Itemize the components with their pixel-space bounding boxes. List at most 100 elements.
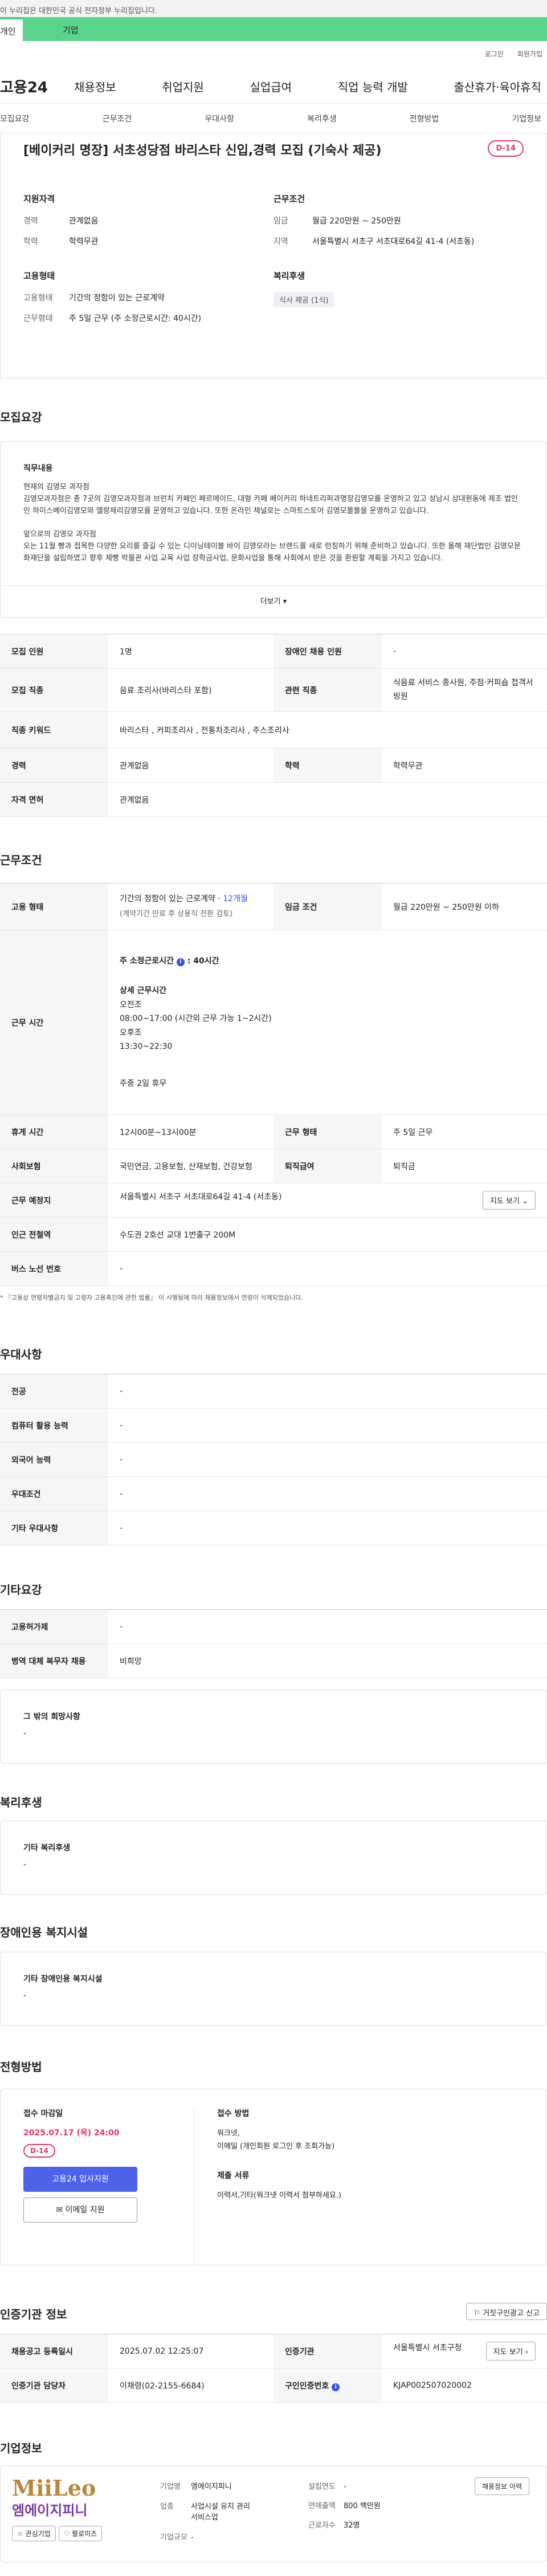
selection-title: 전형방법	[0, 2060, 42, 2074]
recruit-table: 모집 인원 1명 장애인 채용 인원 - 모집 직종 음료 조리사(바리스타 포…	[0, 634, 547, 817]
cell-label: 퇴직급여	[274, 1149, 382, 1183]
contract-months: 12개월	[223, 894, 248, 904]
cell-value: 월급 220만원 ~ 250만원 이하	[382, 883, 547, 930]
cell-label: 컴퓨터 활용 능력	[0, 1408, 108, 1443]
label: 고용형태	[23, 294, 53, 303]
table-row: 사회보험 국민연금, 고용보험, 산재보험, 건강보험 퇴직급여 퇴직금	[0, 1149, 547, 1183]
label: 학력	[23, 237, 38, 246]
table-row: 외국어 능력 -	[0, 1442, 547, 1477]
disabled-title: 장애인용 복지시설	[0, 1926, 88, 1939]
value: 관계없음	[69, 217, 99, 226]
cell-value: 주 5일 근무	[382, 1114, 547, 1149]
recruit-section-header: 모집요강	[0, 379, 547, 441]
cell-label: 장애인 채용 인원	[274, 634, 382, 669]
welfare-heading: 복리후생	[274, 271, 305, 281]
company-jobs-button[interactable]: 채용정보 이력	[474, 2477, 529, 2495]
cell-value: -	[108, 1609, 547, 1644]
heart-icon: ♡	[63, 2530, 70, 2538]
gnb-skills-development[interactable]: 직업 능력 개발	[338, 78, 408, 95]
cell-label: 우대조건	[0, 1476, 108, 1511]
favorite-company-button[interactable]: ☆ 관심기업	[12, 2526, 56, 2541]
age-footnote: * 『고용상 연령차별금지 및 고령자 고용촉진에 관한 법률』 이 시행됨에 …	[0, 1294, 303, 1301]
docs-heading: 제출 서류	[217, 2171, 250, 2180]
table-row: 컴퓨터 활용 능력 -	[0, 1408, 547, 1443]
tab-personal[interactable]: 개인	[0, 17, 23, 41]
cell-value: KJAP002507020002	[382, 2368, 547, 2403]
tab-company[interactable]: 기업	[23, 17, 547, 41]
gov-notice-bar: 이 누리집은 대한민국 공식 전자정부 누리집입니다.	[0, 0, 547, 17]
table-row: 직종 키워드 바리스타 , 커피조리사 , 전통차조리사 , 주스조리사	[0, 711, 547, 748]
main-nav: 고용24 채용정보 취업지원 실업급여 직업 능력 개발 출산휴가·육아휴직	[0, 70, 547, 104]
company-info-col: 기업명 엠에이지피니 업종 사업시설 유지 관리 서비스업 기업규모 -	[160, 2477, 308, 2562]
cell-value: 수도권 2호선 교대 1번출구 200M	[108, 1217, 547, 1252]
report-fake-ad-button[interactable]: ⚐ 거짓구인광고 신고	[466, 2303, 547, 2320]
pref-title: 우대사항	[0, 1348, 42, 1361]
other-wishes-value: -	[23, 1729, 27, 1738]
member-type-tabs: 개인 기업	[0, 17, 547, 41]
cell-value: -	[108, 1374, 547, 1409]
shift-line: 오전조	[120, 1000, 142, 1010]
welfare-pill: 식사 제공 (1식)	[274, 292, 334, 307]
anchor-recruit[interactable]: 모집요강	[0, 113, 30, 124]
gnb-employment-support[interactable]: 취업지원	[162, 78, 204, 95]
chevron-down-icon: ▾	[283, 597, 287, 606]
anchor-company[interactable]: 기업정보	[512, 113, 541, 124]
follow-button[interactable]: ♡ 팔로미츠	[58, 2526, 103, 2541]
deadline-value: 2025.07.17 (목) 24:00	[23, 2129, 120, 2138]
method-heading: 접수 방법	[217, 2109, 250, 2118]
cell-value: 음료 조리사(바리스타 포함)	[108, 668, 274, 712]
cell-value: 1명	[108, 634, 274, 669]
apply-button[interactable]: 고용24 입사지원	[23, 2167, 137, 2192]
info-icon[interactable]: i	[332, 2383, 340, 2391]
duty-box: 직무내용 현재의 김영모 과자점 김영모과자점은 총 7곳의 김영모과자점과 브…	[0, 441, 547, 618]
cell-label: 버스 노선 번호	[0, 1251, 108, 1286]
cell-label: 근무 형태	[274, 1114, 382, 1149]
value: 사업시설 유지 관리 서비스업	[191, 2502, 250, 2522]
other-wishes-heading: 그 밖의 희망사항	[23, 1712, 80, 1722]
dday-badge: D-14	[488, 140, 524, 157]
anchor-welfare[interactable]: 복리후생	[307, 113, 337, 124]
anchor-preference[interactable]: 우대사항	[205, 113, 234, 124]
anchor-conditions[interactable]: 근무조건	[103, 113, 132, 124]
table-row: 버스 노선 번호 -	[0, 1251, 547, 1286]
etc-title: 기타요강	[0, 1583, 42, 1597]
cell-label: 고용허가제	[0, 1609, 108, 1644]
cell-value: 서울특별시 서초구청 지도 보기 ›	[382, 2334, 547, 2369]
email-apply-button[interactable]: ✉ 이메일 지원	[23, 2197, 137, 2223]
cell-value: -	[382, 634, 547, 669]
deadline-panel: 접수 마감일 2025.07.17 (목) 24:00 D-14 고용24 입사…	[23, 2107, 194, 2265]
cell-label: 자격 면허	[0, 782, 108, 817]
anchor-selection[interactable]: 전형방법	[410, 113, 439, 124]
disabled-box-value: -	[23, 1991, 27, 2000]
cell-label: 채용공고 등록일시	[0, 2334, 108, 2369]
cell-value: 기간의 정함이 있는 근로계약 · 12개월 (계약기간 만료 후 상용직 전환 …	[108, 883, 274, 930]
cell-label: 외국어 능력	[0, 1442, 108, 1477]
more-button[interactable]: 더보기 ▾	[1, 585, 546, 617]
cell-value: 비희망	[108, 1643, 547, 1678]
map-button[interactable]: 지도 보기 ⌄	[482, 1191, 536, 1210]
selection-section-header: 전형방법	[0, 2026, 547, 2089]
value: -	[191, 2533, 194, 2542]
method-panel: 접수 방법 워크넷, 이메일 (개인회원 로그인 후 조회가능) 제출 서류 이…	[194, 2107, 341, 2265]
label: 연매출액	[308, 2501, 336, 2510]
info-icon[interactable]: i	[176, 958, 185, 966]
gnb-jobs[interactable]: 채용정보	[74, 78, 116, 95]
gnb-parental-leave[interactable]: 출산휴가·육아휴직	[454, 78, 541, 95]
cell-value: 국민연금, 고용보험, 산재보험, 건강보험	[108, 1149, 274, 1183]
weekly-hours: 주 소정근로시간 i : 40시간	[120, 956, 219, 966]
welfare-title: 복리후생	[0, 1796, 42, 1809]
welfare-box-value: -	[23, 1860, 27, 1869]
map-button[interactable]: 지도 보기 ›	[485, 2342, 536, 2361]
signup-link[interactable]: 회원가입	[517, 49, 542, 70]
label: 근로자수	[308, 2521, 336, 2530]
gnb-unemployment-benefit[interactable]: 실업급여	[250, 78, 292, 95]
shift-line: 오후조	[120, 1028, 142, 1037]
company-title: 기업정보	[0, 2441, 42, 2455]
work-title: 근무조건	[0, 853, 42, 867]
cell-label: 관련 직종	[274, 668, 382, 712]
site-logo[interactable]: 고용24	[0, 76, 74, 97]
table-row: 병역 대체 복무자 채용 비희망	[0, 1643, 547, 1678]
value: 학력무관	[69, 237, 99, 246]
value: 월급 220만원 ~ 250만원	[312, 217, 401, 226]
login-link[interactable]: 로그인	[485, 49, 504, 70]
